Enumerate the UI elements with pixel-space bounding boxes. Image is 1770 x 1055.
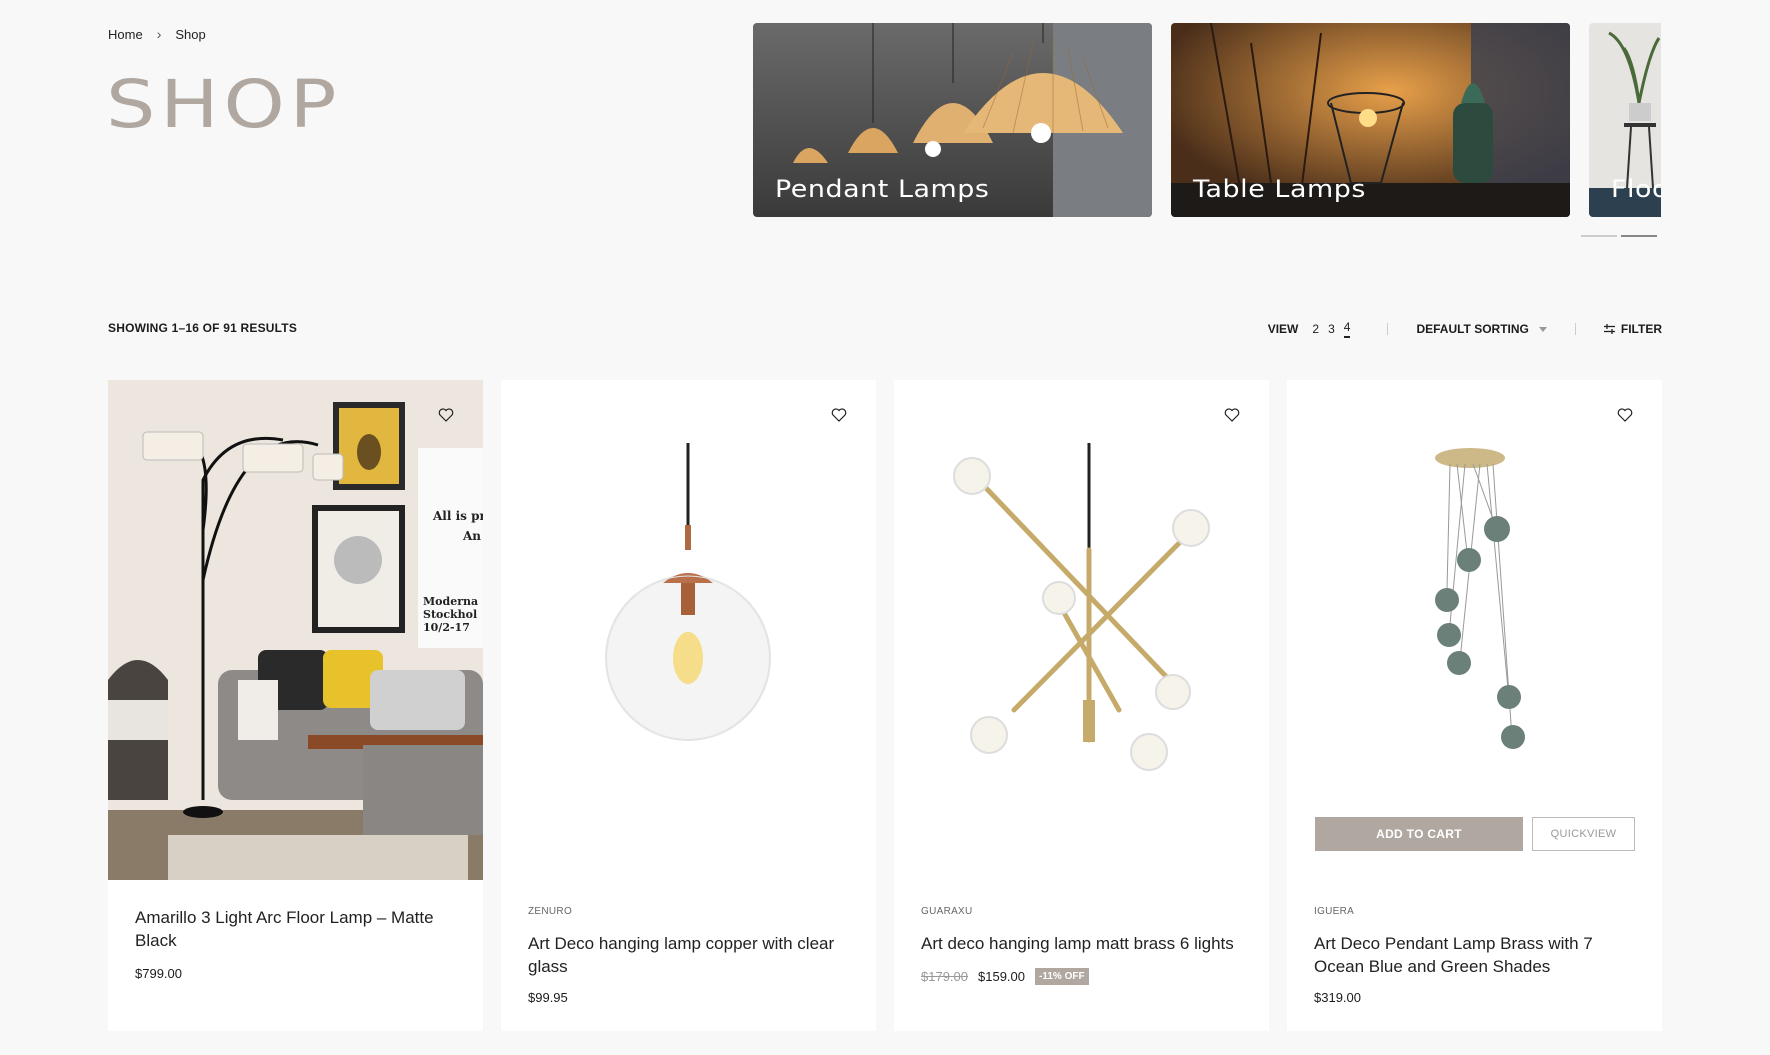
- filter-label: FILTER: [1620, 322, 1662, 336]
- breadcrumb: Home › Shop: [108, 26, 206, 42]
- category-card-pendant-lamps[interactable]: Pendant Lamps: [753, 23, 1152, 217]
- product-image[interactable]: All is pr An Moderna Stockhol 10/2-17: [108, 380, 483, 880]
- product-card[interactable]: GUARAXU Art deco hanging lamp matt brass…: [894, 380, 1269, 1031]
- heart-icon[interactable]: [830, 406, 848, 424]
- caret-down-icon: [1538, 326, 1547, 332]
- breadcrumb-current: Shop: [175, 26, 206, 42]
- product-grid: All is pr An Moderna Stockhol 10/2-17 Am…: [108, 380, 1662, 1031]
- brass-sputnik-lamp-photo: [894, 380, 1269, 880]
- svg-text:Stockhol: Stockhol: [423, 608, 477, 621]
- breadcrumb-separator: ›: [156, 26, 162, 42]
- carousel-dot[interactable]: [1581, 235, 1617, 237]
- sorting-dropdown[interactable]: DEFAULT SORTING: [1416, 322, 1547, 336]
- heart-icon[interactable]: [1616, 406, 1634, 424]
- product-old-price: $179.00: [921, 969, 968, 984]
- product-card[interactable]: ADD TO CART QUICKVIEW IGUERA Art Deco Pe…: [1287, 380, 1662, 1031]
- product-card[interactable]: ZENURO Art Deco hanging lamp copper with…: [501, 380, 876, 1031]
- carousel-dot-active[interactable]: [1621, 235, 1657, 237]
- svg-text:10/2-17: 10/2-17: [423, 621, 470, 634]
- heart-icon[interactable]: [1223, 406, 1241, 424]
- svg-text:All is pr: All is pr: [432, 509, 483, 523]
- svg-text:Moderna: Moderna: [423, 595, 478, 608]
- product-price: $319.00: [1314, 990, 1361, 1005]
- quickview-button[interactable]: QUICKVIEW: [1532, 817, 1635, 851]
- filter-icon: [1603, 324, 1615, 334]
- carousel-pagination: [1581, 235, 1657, 237]
- view-option-2[interactable]: 2: [1312, 322, 1319, 336]
- category-label: Table Lamps: [1193, 175, 1366, 203]
- category-carousel: Pendant Lamps Table Lamps Flo: [753, 23, 1661, 217]
- category-card-floor-lamps[interactable]: Floo: [1589, 23, 1661, 217]
- breadcrumb-home-link[interactable]: Home: [108, 27, 143, 42]
- product-image[interactable]: [501, 380, 876, 880]
- product-brand[interactable]: GUARAXU: [921, 906, 973, 917]
- view-option-3[interactable]: 3: [1328, 322, 1335, 336]
- add-to-cart-button[interactable]: ADD TO CART: [1315, 817, 1523, 851]
- category-label: Floo: [1611, 175, 1661, 203]
- results-count: SHOWING 1–16 OF 91 RESULTS: [108, 321, 298, 335]
- product-image[interactable]: ADD TO CART QUICKVIEW: [1287, 380, 1662, 880]
- copper-globe-lamp-photo: [501, 380, 876, 880]
- heart-icon[interactable]: [437, 406, 455, 424]
- category-card-table-lamps[interactable]: Table Lamps: [1171, 23, 1570, 217]
- view-label: VIEW: [1267, 322, 1299, 336]
- product-image[interactable]: [894, 380, 1269, 880]
- product-name[interactable]: Art Deco Pendant Lamp Brass with 7 Ocean…: [1314, 932, 1634, 978]
- shop-toolbar: VIEW 2 3 4 DEFAULT SORTING FILTER: [1268, 320, 1662, 338]
- product-name[interactable]: Art deco hanging lamp matt brass 6 light…: [921, 932, 1241, 955]
- discount-badge: -11% OFF: [1035, 968, 1089, 985]
- product-brand[interactable]: ZENURO: [528, 906, 572, 917]
- product-name[interactable]: Amarillo 3 Light Arc Floor Lamp – Matte …: [135, 906, 455, 952]
- product-price-row: $179.00 $159.00 -11% OFF: [921, 968, 1089, 985]
- toolbar-divider: [1574, 323, 1576, 335]
- floor-lamp-photo: All is pr An Moderna Stockhol 10/2-17: [108, 380, 483, 880]
- product-price: $159.00: [978, 969, 1025, 984]
- view-option-4[interactable]: 4: [1343, 320, 1351, 338]
- product-name[interactable]: Art Deco hanging lamp copper with clear …: [528, 932, 848, 978]
- sorting-label: DEFAULT SORTING: [1416, 322, 1529, 336]
- page-title: SHOP: [106, 66, 342, 143]
- product-brand[interactable]: IGUERA: [1314, 906, 1354, 917]
- shop-page: Home › Shop SHOP Pendant Lamps Table Lam…: [0, 0, 1770, 1055]
- product-price: $799.00: [135, 966, 182, 981]
- toolbar-divider: [1387, 323, 1389, 335]
- product-price: $99.95: [528, 990, 568, 1005]
- brass-pendant-cluster-photo: [1287, 380, 1662, 880]
- product-card[interactable]: All is pr An Moderna Stockhol 10/2-17 Am…: [108, 380, 483, 1031]
- filter-button[interactable]: FILTER: [1603, 322, 1662, 336]
- category-label: Pendant Lamps: [775, 175, 990, 203]
- svg-text:An: An: [462, 529, 481, 543]
